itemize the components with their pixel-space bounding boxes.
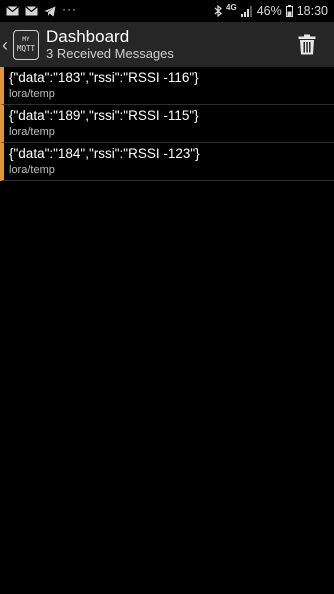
battery-percent: 46% bbox=[256, 4, 282, 18]
network-type: 4G bbox=[226, 3, 237, 12]
battery-icon bbox=[285, 5, 293, 17]
message-payload: {"data":"184","rssi":"RSSI -123"} bbox=[9, 146, 200, 161]
clock: 18:30 bbox=[296, 4, 328, 18]
mail-icon bbox=[6, 6, 19, 16]
back-chevron-icon[interactable]: ‹ bbox=[2, 36, 12, 54]
message-payload: {"data":"183","rssi":"RSSI -116"} bbox=[9, 70, 199, 85]
status-bar-notifications: ··· bbox=[6, 2, 77, 17]
page-title: Dashboard bbox=[46, 27, 130, 46]
list-item[interactable]: {"data":"183","rssi":"RSSI -116"} lora/t… bbox=[0, 67, 334, 105]
bluetooth-icon bbox=[214, 5, 222, 17]
message-topic: lora/temp bbox=[9, 126, 55, 138]
logo-text-top: MY bbox=[22, 35, 30, 43]
app-bar: ‹ MY MQTT Dashboard 3 Received Messages bbox=[0, 22, 334, 67]
list-item[interactable]: {"data":"189","rssi":"RSSI -115"} lora/t… bbox=[0, 105, 334, 143]
more-dots-icon: ··· bbox=[62, 2, 77, 16]
status-bar-system: 4G 46% 18:30 bbox=[214, 4, 328, 18]
message-topic: lora/temp bbox=[9, 164, 55, 176]
telegram-icon bbox=[44, 6, 56, 17]
message-payload: {"data":"189","rssi":"RSSI -115"} bbox=[9, 108, 199, 123]
status-bar: ··· 4G 46% 18:30 bbox=[0, 0, 334, 22]
message-count: 3 Received Messages bbox=[46, 46, 174, 61]
delete-button[interactable] bbox=[296, 32, 318, 56]
message-topic: lora/temp bbox=[9, 88, 55, 100]
signal-icon bbox=[240, 5, 253, 17]
app-logo[interactable]: MY MQTT bbox=[13, 29, 39, 60]
mail-icon bbox=[25, 6, 38, 16]
trash-icon bbox=[298, 34, 316, 54]
message-list: {"data":"183","rssi":"RSSI -116"} lora/t… bbox=[0, 67, 334, 181]
logo-text-bottom: MQTT bbox=[16, 43, 36, 53]
app-titles: Dashboard 3 Received Messages bbox=[46, 27, 174, 62]
list-item[interactable]: {"data":"184","rssi":"RSSI -123"} lora/t… bbox=[0, 143, 334, 181]
